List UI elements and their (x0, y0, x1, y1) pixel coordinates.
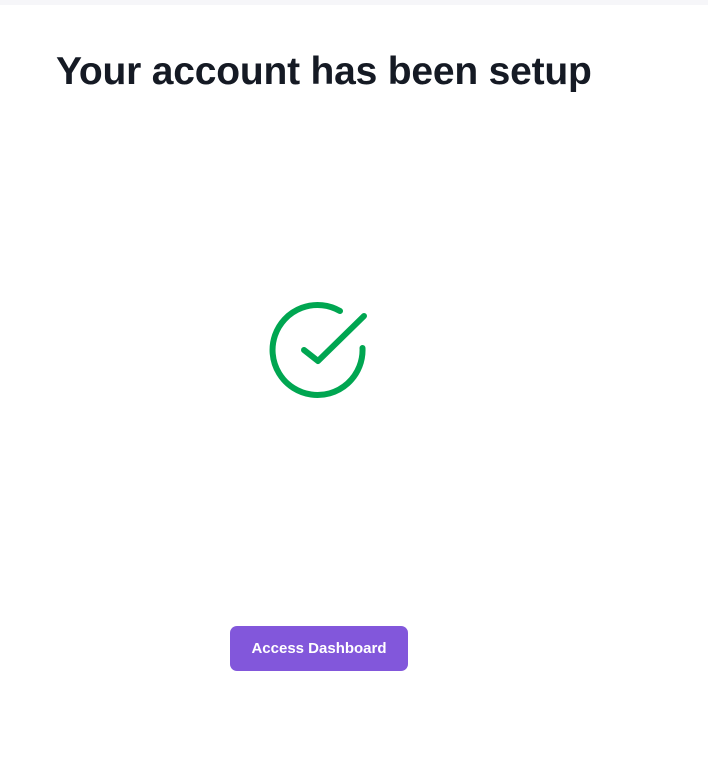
access-dashboard-button[interactable]: Access Dashboard (230, 626, 408, 671)
setup-complete-page: Your account has been setup Access Dashb… (0, 0, 708, 766)
check-circle-icon (268, 300, 372, 402)
page-title: Your account has been setup (56, 50, 592, 93)
top-strip (0, 0, 708, 5)
